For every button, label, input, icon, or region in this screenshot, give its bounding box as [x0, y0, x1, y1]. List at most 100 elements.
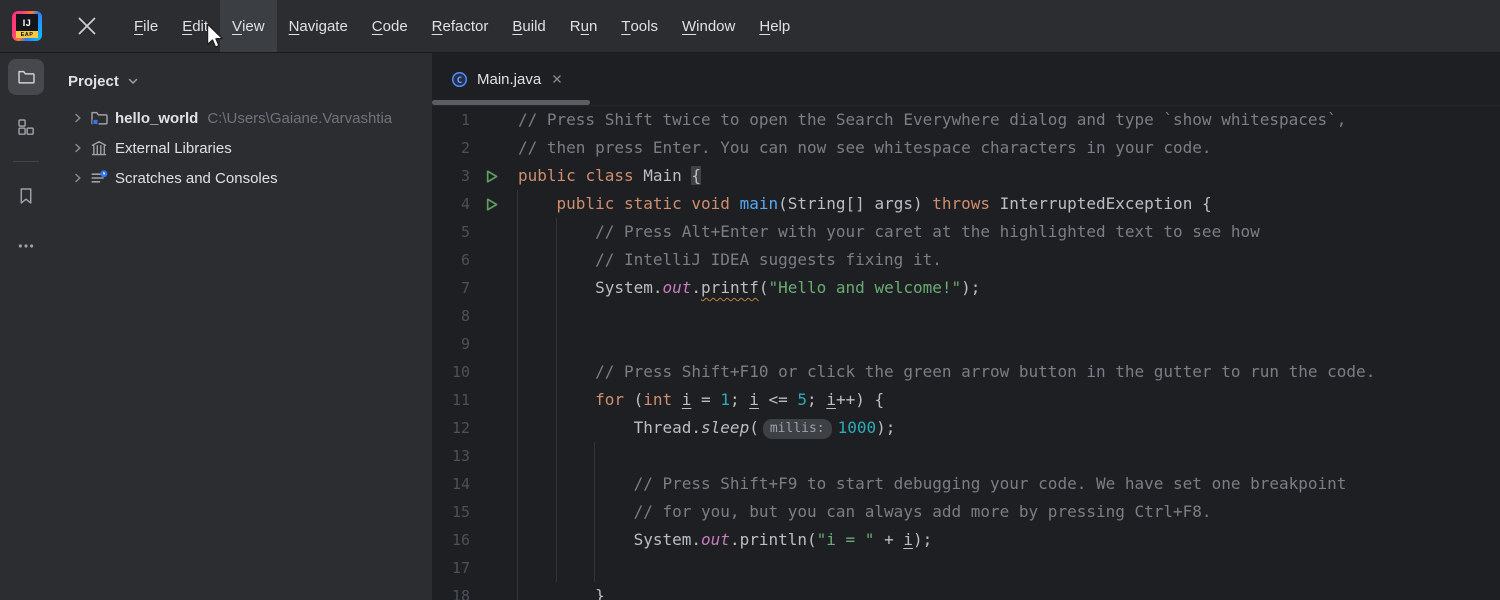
bookmarks-toolwindow-button[interactable] [8, 178, 44, 214]
tree-item-external-libraries[interactable]: External Libraries [52, 133, 432, 163]
code-line-10[interactable]: 10 // Press Shift+F10 or click the green… [432, 358, 1500, 386]
mnemonic: N [289, 18, 300, 35]
code-line-17[interactable]: 17 [432, 554, 1500, 582]
project-panel-header[interactable]: Project [52, 53, 432, 95]
token: + [874, 530, 903, 549]
run-gutter-icon[interactable] [483, 196, 500, 213]
menu-item-file[interactable]: File [122, 0, 170, 52]
project-folder-icon [17, 68, 35, 86]
gutter-icon-cell [470, 246, 518, 274]
more-icon [17, 237, 35, 255]
token: System. [518, 530, 701, 549]
chevron-right-icon[interactable] [70, 110, 86, 126]
menu-item-code[interactable]: Code [360, 0, 420, 52]
line-number: 11 [432, 386, 470, 414]
intellij-logo-icon: IJ EAP [12, 11, 42, 41]
token: <= [759, 390, 798, 409]
gutter-icon-cell [470, 582, 518, 600]
logo-eap-badge: EAP [16, 31, 38, 38]
logo-text: IJ [16, 14, 38, 32]
mnemonic: F [134, 18, 143, 35]
code-text: // Press Shift+F10 or click the green ar… [518, 358, 1375, 386]
more-toolwindow-button[interactable] [8, 228, 44, 264]
menu-item-run[interactable]: Run [558, 0, 610, 52]
code-line-15[interactable]: 15 // for you, but you can always add mo… [432, 498, 1500, 526]
token: 1 [720, 390, 730, 409]
gutter-icon-cell [470, 134, 518, 162]
code-line-1[interactable]: 1 // Press Shift twice to open the Search… [432, 106, 1500, 134]
token: i [903, 530, 913, 549]
gutter-icon-cell [470, 190, 518, 218]
line-number: 1 [432, 106, 470, 134]
token: } [518, 586, 605, 600]
token: 5 [797, 390, 807, 409]
menu-item-build[interactable]: Build [500, 0, 557, 52]
gutter-icon-cell [470, 414, 518, 442]
token: InterruptedException { [990, 194, 1212, 213]
code-line-9[interactable]: 9 [432, 330, 1500, 358]
token: // Press Shift twice to open the Search … [518, 110, 1346, 129]
stripe-divider [13, 161, 39, 162]
tree-item-scratches-and-consoles[interactable]: Scratches and Consoles [52, 163, 432, 193]
code-line-18[interactable]: 18 } [432, 582, 1500, 600]
chevron-right-icon[interactable] [70, 170, 86, 186]
code-line-16[interactable]: 16 System.out.println("i = " + i); [432, 526, 1500, 554]
svg-text:C: C [457, 75, 463, 85]
code-line-13[interactable]: 13 [432, 442, 1500, 470]
line-number: 2 [432, 134, 470, 162]
token: "Hello and welcome!" [768, 278, 961, 297]
token [518, 194, 557, 213]
java-class-icon: C [451, 71, 468, 88]
code-line-5[interactable]: 5 // Press Alt+Enter with your caret at … [432, 218, 1500, 246]
menu-item-navigate[interactable]: Navigate [277, 0, 360, 52]
structure-toolwindow-button[interactable] [8, 109, 44, 145]
gutter-icon-cell [470, 330, 518, 358]
line-number: 5 [432, 218, 470, 246]
code-text: } [518, 582, 605, 600]
code-line-8[interactable]: 8 [432, 302, 1500, 330]
line-number: 12 [432, 414, 470, 442]
project-path: C:\Users\Gaiane.Varvashtia [207, 110, 392, 127]
line-number: 17 [432, 554, 470, 582]
tab-main-java[interactable]: C Main.java [432, 53, 576, 105]
menu-item-view[interactable]: View [220, 0, 277, 52]
code-line-6[interactable]: 6 // IntelliJ IDEA suggests fixing it. [432, 246, 1500, 274]
token: i [682, 390, 692, 409]
code-line-2[interactable]: 2// then press Enter. You can now see wh… [432, 134, 1500, 162]
tab-close-icon[interactable] [550, 72, 564, 86]
line-number: 9 [432, 330, 470, 358]
menu-item-window[interactable]: Window [670, 0, 747, 52]
token: printf [701, 278, 759, 297]
line-number: 14 [432, 470, 470, 498]
tree-item-hello-world[interactable]: hello_worldC:\Users\Gaiane.Varvashtia [52, 103, 432, 133]
code-line-11[interactable]: 11 for (int i = 1; i <= 5; i++) { [432, 386, 1500, 414]
code-editor[interactable]: 1 // Press Shift twice to open the Search… [432, 106, 1500, 600]
menu-bar: IJ EAP FileEditViewNavigateCodeRefactorB… [0, 0, 1500, 53]
mnemonic: H [759, 18, 770, 35]
mnemonic: u [581, 18, 589, 35]
gutter-icon-cell [470, 498, 518, 526]
menu-item-edit[interactable]: Edit [170, 0, 220, 52]
menu-item-help[interactable]: Help [747, 0, 802, 52]
menu-items: FileEditViewNavigateCodeRefactorBuildRun… [122, 0, 802, 52]
token: i [826, 390, 836, 409]
menu-item-refactor[interactable]: Refactor [420, 0, 501, 52]
code-line-7[interactable]: 7 System.out.printf("Hello and welcome!"… [432, 274, 1500, 302]
menu-item-tools[interactable]: Tools [609, 0, 670, 52]
token: Thread. [518, 418, 701, 437]
code-text: // Press Shift+F9 to start debugging you… [518, 470, 1346, 498]
token [614, 194, 624, 213]
code-line-4[interactable]: 4 public static void main(String[] args)… [432, 190, 1500, 218]
run-gutter-icon[interactable] [483, 168, 500, 185]
code-line-12[interactable]: 12 Thread.sleep(millis:1000); [432, 414, 1500, 442]
token: out [701, 530, 730, 549]
project-folder-toolwindow-button[interactable] [8, 59, 44, 95]
line-number: 18 [432, 582, 470, 600]
code-line-14[interactable]: 14 // Press Shift+F9 to start debugging … [432, 470, 1500, 498]
code-line-3[interactable]: 3public class Main { [432, 162, 1500, 190]
chevron-down-icon[interactable] [125, 73, 141, 89]
chevron-right-icon[interactable] [70, 140, 86, 156]
code-text: public class Main { [518, 162, 701, 190]
line-number: 10 [432, 358, 470, 386]
close-icon[interactable] [72, 11, 102, 41]
